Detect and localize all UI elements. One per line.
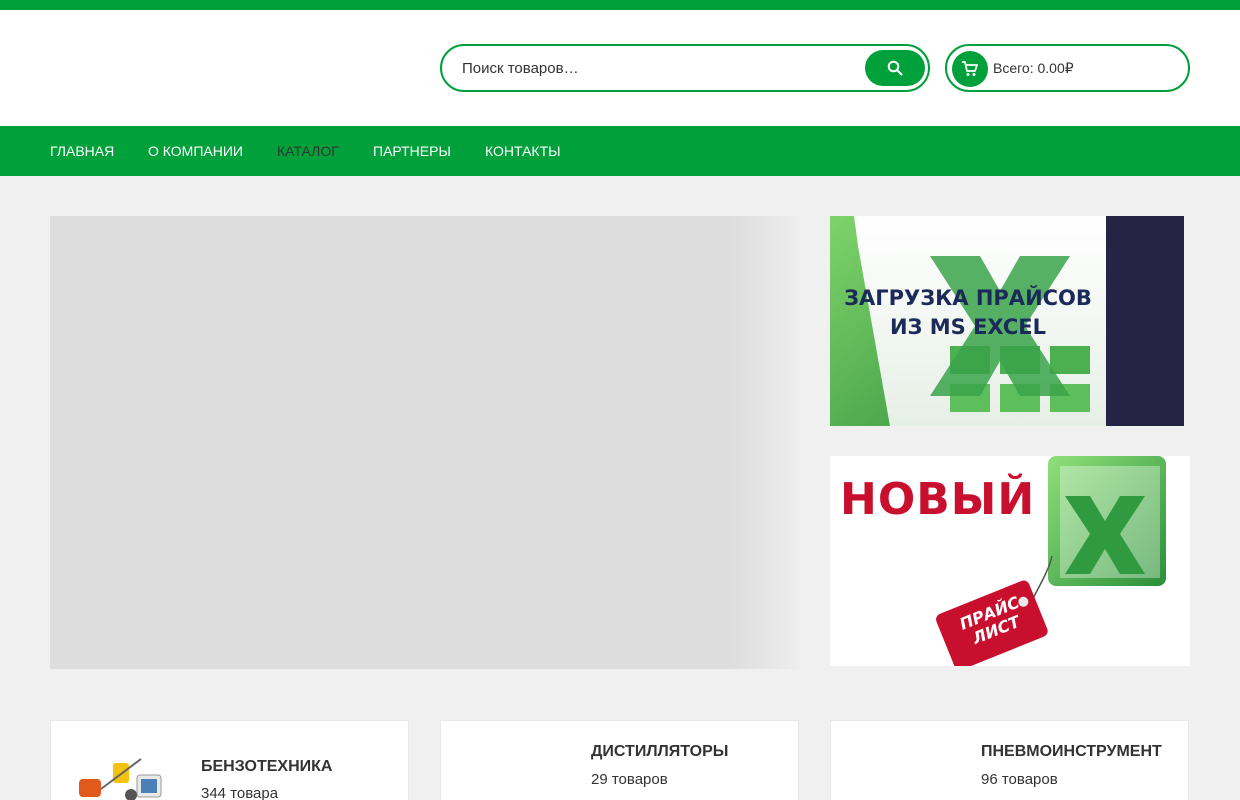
banner-excel-line1: ЗАГРУЗКА ПРАЙСОВ <box>844 286 1092 310</box>
search-input[interactable] <box>462 46 862 90</box>
search-icon <box>887 60 903 76</box>
category-count: 29 товаров <box>591 771 668 788</box>
search-form <box>440 44 930 92</box>
nav-item-contacts[interactable]: КОНТАКТЫ <box>485 143 561 159</box>
banner-excel-upload[interactable]: ЗАГРУЗКА ПРАЙСОВ ИЗ MS EXCEL <box>830 216 1184 426</box>
category-card-pneumatic-tools[interactable]: ПНЕВМОИНСТРУМЕНТ 96 товаров <box>830 720 1189 800</box>
nav-item-home[interactable]: ГЛАВНАЯ <box>50 143 114 159</box>
banner-excel-title: ЗАГРУЗКА ПРАЙСОВ ИЗ MS EXCEL <box>830 284 1106 342</box>
cart-icon <box>962 61 978 76</box>
banner-excel-line2: ИЗ MS EXCEL <box>889 315 1047 339</box>
category-card-distillers[interactable]: ДИСТИЛЛЯТОРЫ 29 товаров <box>440 720 799 800</box>
category-count: 96 товаров <box>981 771 1058 788</box>
cart-icon-badge <box>952 51 988 87</box>
category-title: ДИСТИЛЛЯТОРЫ <box>591 743 729 760</box>
banner-new-price[interactable]: НОВЫЙ ПРАЙС ЛИСТ <box>830 456 1190 666</box>
top-accent-bar <box>0 0 1240 10</box>
category-title: БЕНЗОТЕХНИКА <box>201 758 333 775</box>
category-thumbnail-petrol-tools <box>79 758 162 800</box>
search-button[interactable] <box>865 50 925 86</box>
category-count: 344 товара <box>201 785 279 800</box>
nav-item-catalog[interactable]: КАТАЛОГ <box>277 143 339 159</box>
slider-edge-fade <box>730 216 800 669</box>
nav-item-about[interactable]: О КОМПАНИИ <box>148 143 243 159</box>
cart-widget[interactable]: Всего: 0.00₽ <box>945 44 1190 92</box>
main-nav: ГЛАВНАЯ О КОМПАНИИ КАТАЛОГ ПАРТНЕРЫ КОНТ… <box>0 126 1240 176</box>
category-card-petrol-tools[interactable]: БЕНЗОТЕХНИКА 344 товара <box>50 720 409 800</box>
category-title: ПНЕВМОИНСТРУМЕНТ <box>981 743 1162 760</box>
site-header: Всего: 0.00₽ <box>0 10 1240 126</box>
banner-new-headline: НОВЫЙ <box>840 474 1036 525</box>
cart-total: Всего: 0.00₽ <box>993 60 1074 76</box>
nav-item-partners[interactable]: ПАРТНЕРЫ <box>373 143 451 159</box>
hero-slider[interactable] <box>50 216 800 669</box>
